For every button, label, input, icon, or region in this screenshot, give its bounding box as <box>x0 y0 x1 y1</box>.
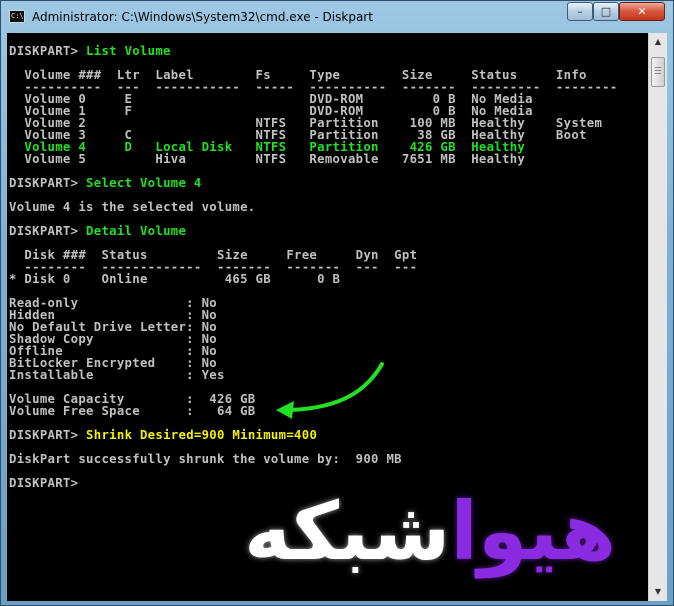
console-line-text: * Disk 0 Online 465 GB 0 B <box>9 272 341 286</box>
watermark-part-a: هیوا <box>450 485 617 578</box>
console-line-text: Volume 4 is the selected volume. <box>9 200 256 214</box>
console-line-text: DISKPART> <box>9 224 87 238</box>
console-command: List Volume <box>86 44 171 58</box>
minimize-button[interactable]: – <box>567 2 593 21</box>
title-bar[interactable]: C:\ Administrator: C:\Windows\System32\c… <box>1 1 673 33</box>
console-line: DISKPART> List Volume <box>9 45 618 57</box>
maximize-button[interactable]: □ <box>593 2 619 21</box>
console-line: * Disk 0 Online 465 GB 0 B <box>9 273 618 285</box>
watermark-logo: هیواشبکه <box>200 472 660 592</box>
console-line: DISKPART> Select Volume 4 <box>9 177 618 189</box>
console-line-text: Volume Free Space : 64 GB <box>9 404 256 418</box>
window-title: Administrator: C:\Windows\System32\cmd.e… <box>32 10 373 24</box>
console-line-text: DiskPart successfully shrunk the volume … <box>9 452 402 466</box>
console-line-text: DISKPART> <box>9 428 87 442</box>
console-line: DISKPART> Detail Volume <box>9 225 618 237</box>
console-line: Volume 4 is the selected volume. <box>9 201 618 213</box>
console-line-text: DISKPART> <box>9 44 87 58</box>
console-line-text: Volume 5 Hiva NTFS Removable 7651 MB Hea… <box>9 152 526 166</box>
close-button[interactable]: ✕ <box>619 2 665 21</box>
console-line-text: DISKPART> <box>9 176 87 190</box>
console-lines: DISKPART> List Volume Volume ### Ltr Lab… <box>9 45 618 489</box>
cmd-icon[interactable]: C:\ <box>9 10 25 23</box>
scroll-up-icon[interactable]: ▲ <box>650 34 666 50</box>
console-command: Select Volume 4 <box>86 176 202 190</box>
console-line: Volume 5 Hiva NTFS Removable 7651 MB Hea… <box>9 153 618 165</box>
scroll-thumb[interactable] <box>651 57 665 87</box>
console-command: Shrink Desired=900 Minimum=400 <box>86 428 318 442</box>
console-line-text: Installable : Yes <box>9 368 225 382</box>
console-line: DISKPART> Shrink Desired=900 Minimum=400 <box>9 429 618 441</box>
console-line-text: DISKPART> <box>9 476 87 490</box>
curved-arrow-icon <box>276 362 384 419</box>
console-line: DiskPart successfully shrunk the volume … <box>9 453 618 465</box>
watermark-part-b: شبکه <box>243 485 451 578</box>
console-command: Detail Volume <box>86 224 187 238</box>
